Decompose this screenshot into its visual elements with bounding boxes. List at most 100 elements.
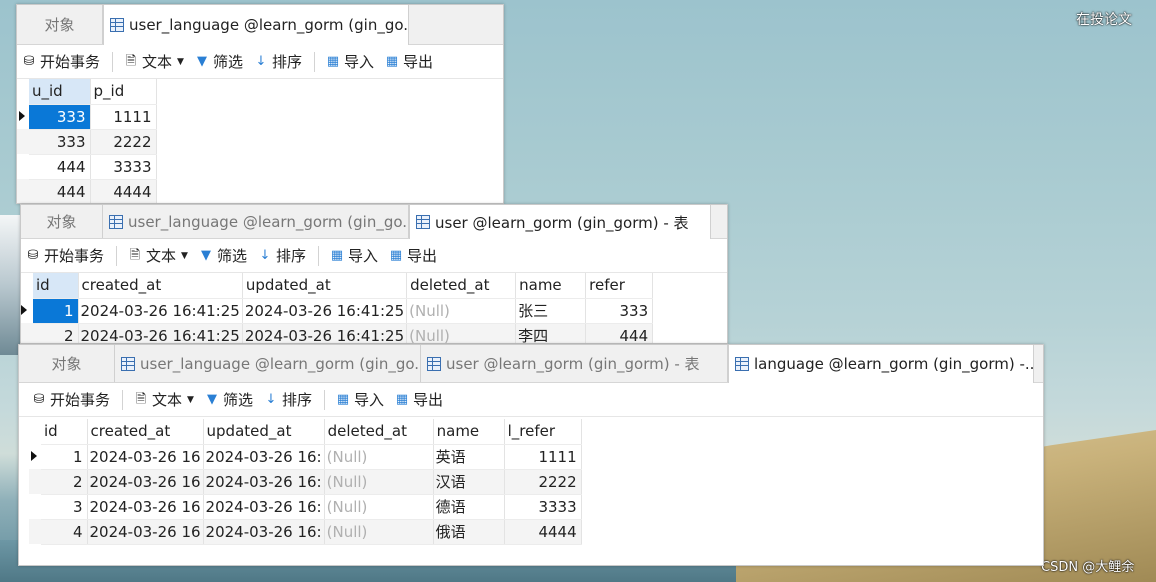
table-cell[interactable]: 2024-03-26 16 xyxy=(87,519,204,545)
text-button[interactable]: 🗎 文本 ▼ xyxy=(133,389,194,410)
table-cell[interactable]: 2024-03-26 16:41:25 xyxy=(242,298,408,324)
tab-user[interactable]: user @learn_gorm (gin_gorm) - 表 xyxy=(421,345,728,382)
table-cell[interactable]: 2024-03-26 16: xyxy=(203,494,325,520)
column-header[interactable]: created_at xyxy=(78,273,243,299)
table-cell[interactable]: 汉语 xyxy=(433,469,505,495)
table-cell[interactable]: 3333 xyxy=(504,494,582,520)
table-row[interactable]: 444 4444 xyxy=(17,179,157,203)
table-cell[interactable]: 2024-03-26 16:41:25 xyxy=(78,323,243,343)
table-cell[interactable]: 4444 xyxy=(504,519,582,545)
begin-transaction-button[interactable]: ⛁ 开始事务 xyxy=(31,389,110,410)
tab-user-language[interactable]: user_language @learn_gorm (gin_go... xyxy=(103,205,409,238)
table-cell[interactable]: 444 xyxy=(29,154,91,180)
data-grid[interactable]: id created_at updated_at deleted_at name… xyxy=(19,417,1043,545)
tab-user-language[interactable]: user_language @learn_gorm (gin_go... xyxy=(103,5,409,45)
column-header[interactable]: refer xyxy=(585,273,654,299)
column-header[interactable]: id xyxy=(33,273,79,299)
tab-language[interactable]: language @learn_gorm (gin_gorm) -... xyxy=(728,345,1034,383)
column-header[interactable]: updated_at xyxy=(203,419,325,445)
sort-button[interactable]: ↓ 排序 xyxy=(263,389,312,410)
data-grid[interactable]: id created_at updated_at deleted_at name… xyxy=(21,273,727,343)
table-cell[interactable]: 2024-03-26 16: xyxy=(203,469,325,495)
import-button[interactable]: ▦ 导入 xyxy=(329,245,378,266)
tab-user-language[interactable]: user_language @learn_gorm (gin_go... xyxy=(115,345,421,382)
table-row[interactable]: 3 2024-03-26 16 2024-03-26 16: (Null) 德语… xyxy=(29,494,582,520)
table-cell[interactable]: 2024-03-26 16 xyxy=(87,494,204,520)
table-cell[interactable]: 2024-03-26 16 xyxy=(87,469,204,495)
column-header[interactable]: deleted_at xyxy=(324,419,434,445)
table-cell[interactable]: 2222 xyxy=(504,469,582,495)
begin-transaction-button[interactable]: ⛁ 开始事务 xyxy=(25,245,104,266)
table-cell[interactable]: (Null) xyxy=(324,469,434,495)
table-cell[interactable]: (Null) xyxy=(406,323,517,343)
import-button[interactable]: ▦ 导入 xyxy=(335,389,384,410)
table-cell[interactable]: 1 xyxy=(33,298,79,324)
table-row[interactable]: 4 2024-03-26 16 2024-03-26 16: (Null) 俄语… xyxy=(29,519,582,545)
table-cell[interactable]: 1111 xyxy=(504,444,582,470)
table-cell[interactable]: 2 xyxy=(41,469,88,495)
export-button[interactable]: ▦ 导出 xyxy=(384,51,433,72)
export-button[interactable]: ▦ 导出 xyxy=(394,389,443,410)
table-cell[interactable]: (Null) xyxy=(406,298,517,324)
table-row[interactable]: 1 2024-03-26 16:41:25 2024-03-26 16:41:2… xyxy=(21,298,654,324)
table-cell[interactable]: 英语 xyxy=(433,444,505,470)
column-header[interactable]: deleted_at xyxy=(406,273,517,299)
table-cell[interactable]: 2024-03-26 16: xyxy=(203,444,325,470)
table-row[interactable]: 333 1111 xyxy=(17,104,157,130)
filter-button[interactable]: ▼ 筛选 xyxy=(194,51,243,72)
table-cell[interactable]: 444 xyxy=(585,323,654,343)
tab-objects[interactable]: 对象 xyxy=(21,205,103,238)
table-cell[interactable]: (Null) xyxy=(324,494,434,520)
table-cell[interactable]: 3 xyxy=(41,494,88,520)
table-cell[interactable]: 333 xyxy=(29,104,91,130)
table-cell[interactable]: 李四 xyxy=(515,323,587,343)
table-cell[interactable]: 德语 xyxy=(433,494,505,520)
column-header[interactable]: u_id xyxy=(29,79,91,105)
table-cell[interactable]: 1 xyxy=(41,444,88,470)
column-header[interactable]: name xyxy=(433,419,505,445)
export-button[interactable]: ▦ 导出 xyxy=(388,245,437,266)
table-cell[interactable]: (Null) xyxy=(324,444,434,470)
table-cell[interactable]: 4 xyxy=(41,519,88,545)
table-cell[interactable]: 2024-03-26 16:41:25 xyxy=(242,323,408,343)
table-cell[interactable]: 333 xyxy=(29,129,91,155)
table-cell[interactable]: 1111 xyxy=(90,104,157,130)
table-row[interactable]: 2 2024-03-26 16:41:25 2024-03-26 16:41:2… xyxy=(21,323,654,343)
table-row[interactable]: 1 2024-03-26 16 2024-03-26 16: (Null) 英语… xyxy=(29,444,582,470)
table-cell[interactable]: 2222 xyxy=(90,129,157,155)
desktop-label[interactable]: 在投论文 xyxy=(1076,9,1132,29)
column-header[interactable]: id xyxy=(41,419,88,445)
table-row[interactable]: 333 2222 xyxy=(17,129,157,155)
tab-objects[interactable]: 对象 xyxy=(19,345,115,382)
table-cell[interactable]: 2024-03-26 16:41:25 xyxy=(78,298,243,324)
table-row[interactable]: 444 3333 xyxy=(17,154,157,180)
begin-transaction-button[interactable]: ⛁ 开始事务 xyxy=(21,51,100,72)
table-cell[interactable]: 2024-03-26 16 xyxy=(87,444,204,470)
data-grid[interactable]: u_id p_id 333 1111 333 2222 444 3333 444 xyxy=(17,79,503,203)
column-header[interactable]: updated_at xyxy=(242,273,408,299)
text-button[interactable]: 🗎 文本 ▼ xyxy=(123,51,184,72)
table-cell[interactable]: (Null) xyxy=(324,519,434,545)
column-header[interactable]: name xyxy=(515,273,587,299)
column-header[interactable]: p_id xyxy=(90,79,157,105)
column-header[interactable]: created_at xyxy=(87,419,204,445)
filter-button[interactable]: ▼ 筛选 xyxy=(204,389,253,410)
import-button[interactable]: ▦ 导入 xyxy=(325,51,374,72)
table-cell[interactable]: 3333 xyxy=(90,154,157,180)
table-cell[interactable]: 俄语 xyxy=(433,519,505,545)
text-button[interactable]: 🗎 文本 ▼ xyxy=(127,245,188,266)
column-header[interactable]: l_refer xyxy=(504,419,582,445)
toolbar: ⛁ 开始事务 🗎 文本 ▼ ▼ 筛选 ↓ 排序 ▦ 导入 ▦ 导出 xyxy=(21,239,727,273)
table-cell[interactable]: 444 xyxy=(29,179,91,203)
table-cell[interactable]: 张三 xyxy=(515,298,587,324)
sort-button[interactable]: ↓ 排序 xyxy=(257,245,306,266)
filter-button[interactable]: ▼ 筛选 xyxy=(198,245,247,266)
tab-user[interactable]: user @learn_gorm (gin_gorm) - 表 xyxy=(409,205,711,239)
table-row[interactable]: 2 2024-03-26 16 2024-03-26 16: (Null) 汉语… xyxy=(29,469,582,495)
tab-objects[interactable]: 对象 xyxy=(17,5,103,44)
table-cell[interactable]: 2 xyxy=(33,323,79,343)
table-cell[interactable]: 2024-03-26 16: xyxy=(203,519,325,545)
table-cell[interactable]: 333 xyxy=(585,298,654,324)
sort-button[interactable]: ↓ 排序 xyxy=(253,51,302,72)
table-cell[interactable]: 4444 xyxy=(90,179,157,203)
